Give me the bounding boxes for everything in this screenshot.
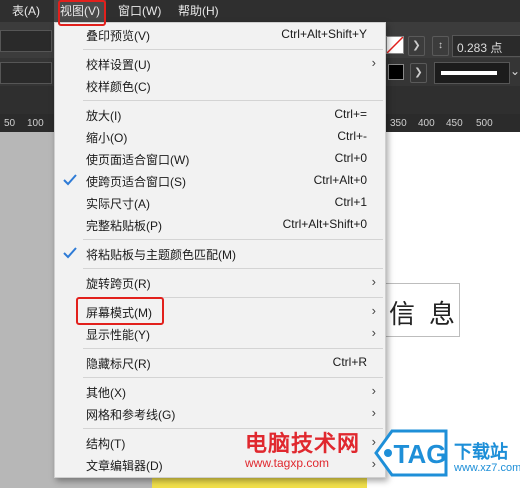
menu-item-rotate-spread[interactable]: 旋转跨页(R) › <box>55 272 385 294</box>
menu-item-label: 缩小(O) <box>86 131 128 145</box>
menu-item-label: 实际尺寸(A) <box>86 197 150 211</box>
submenu-arrow-icon: › <box>371 303 376 318</box>
menu-divider <box>83 100 383 101</box>
menu-item-entire-pasteboard[interactable]: 完整粘贴板(P) Ctrl+Alt+Shift+0 <box>55 214 385 236</box>
menu-item-shortcut: Ctrl+Alt+Shift+Y <box>281 27 367 41</box>
chevron-right-icon-2[interactable]: ❯ <box>410 63 427 83</box>
menu-item-label: 放大(I) <box>86 109 122 123</box>
highlight-view-menu <box>58 0 106 26</box>
menu-item-display-performance[interactable]: 显示性能(Y) › <box>55 323 385 345</box>
submenu-arrow-icon: › <box>371 325 376 340</box>
menu-item-extras[interactable]: 其他(X) › <box>55 381 385 403</box>
menu-divider <box>83 377 383 378</box>
menu-item-actual-size[interactable]: 实际尺寸(A) Ctrl+1 <box>55 192 385 214</box>
menu-table[interactable]: 表(A) <box>12 0 40 22</box>
submenu-arrow-icon: › <box>371 55 376 70</box>
no-fill-icon <box>387 37 403 53</box>
menu-item-shortcut: Ctrl+R <box>332 355 367 369</box>
ruler-tick: 100 <box>27 118 44 129</box>
menu-item-label: 网格和参考线(G) <box>86 408 176 422</box>
stroke-style-select[interactable] <box>434 62 510 84</box>
submenu-arrow-icon: › <box>371 383 376 398</box>
logo-text: TAG <box>394 439 447 469</box>
menu-divider <box>83 49 383 50</box>
menu-item-shortcut: Ctrl+Alt+Shift+0 <box>282 217 367 231</box>
fill-swatch-none[interactable] <box>386 36 404 54</box>
menu-item-fit-spread[interactable]: 使跨页适合窗口(S) Ctrl+Alt+0 <box>55 170 385 192</box>
menu-item-shortcut: Ctrl+- <box>337 129 367 143</box>
watermark-side-url: www.xz7.com <box>454 462 520 474</box>
menu-item-grids-guides[interactable]: 网格和参考线(G) › <box>55 403 385 425</box>
menu-item-proof-setup[interactable]: 校样设置(U) › <box>55 53 385 75</box>
menu-item-label: 校样设置(U) <box>86 58 151 72</box>
menu-item-zoom-out[interactable]: 缩小(O) Ctrl+- <box>55 126 385 148</box>
menu-item-shortcut: Ctrl+0 <box>334 151 367 165</box>
control-field[interactable] <box>0 30 52 52</box>
checkmark-icon <box>63 174 77 186</box>
ruler-tick: 450 <box>446 118 463 129</box>
ruler-tick: 350 <box>390 118 407 129</box>
menu-item-label: 校样颜色(C) <box>86 80 151 94</box>
watermark-title: 电脑技术网 <box>245 431 361 456</box>
view-menu-dropdown: 叠印预览(V) Ctrl+Alt+Shift+Y 校样设置(U) › 校样颜色(… <box>54 22 386 478</box>
menu-item-match-pasteboard[interactable]: 将粘贴板与主题颜色匹配(M) <box>55 243 385 265</box>
chevron-down-icon[interactable]: ⌄ <box>510 64 520 78</box>
chevron-right-icon[interactable]: ❯ <box>408 36 425 56</box>
stroke-weight-stepper[interactable]: ↕ <box>432 36 449 56</box>
menu-item-label: 叠印预览(V) <box>86 29 150 43</box>
ruler-tick: 50 <box>4 118 16 129</box>
menu-divider <box>83 268 383 269</box>
menu-item-label: 结构(T) <box>86 437 126 451</box>
stroke-style-preview <box>441 71 497 75</box>
menu-item-label: 旋转跨页(R) <box>86 277 151 291</box>
menu-item-shortcut: Ctrl+Alt+0 <box>313 173 367 187</box>
menu-window[interactable]: 窗口(W) <box>118 0 161 22</box>
menu-item-label: 显示性能(Y) <box>86 328 150 342</box>
menu-item-proof-colors[interactable]: 校样颜色(C) <box>55 75 385 97</box>
menu-item-label: 其他(X) <box>86 386 126 400</box>
stroke-weight-field[interactable]: 0.283 点 <box>452 35 520 57</box>
stroke-swatch[interactable] <box>388 64 404 80</box>
menu-item-zoom-in[interactable]: 放大(I) Ctrl+= <box>55 104 385 126</box>
ruler-tick: 400 <box>418 118 435 129</box>
menu-item-label: 使页面适合窗口(W) <box>86 153 190 167</box>
frame-text: 信息 <box>389 300 470 330</box>
menu-item-shortcut: Ctrl+= <box>334 107 367 121</box>
menu-item-label: 使跨页适合窗口(S) <box>86 175 186 189</box>
menu-divider <box>83 239 383 240</box>
submenu-arrow-icon: › <box>371 274 376 289</box>
menu-item-fit-page[interactable]: 使页面适合窗口(W) Ctrl+0 <box>55 148 385 170</box>
menu-item-label: 文章编辑器(D) <box>86 459 163 473</box>
menu-item-label: 隐藏标尺(R) <box>86 357 151 371</box>
menu-help[interactable]: 帮助(H) <box>178 0 219 22</box>
control-field-2[interactable] <box>0 62 52 84</box>
yellow-frame[interactable] <box>152 478 367 488</box>
checkmark-icon <box>63 247 77 259</box>
menu-item-label: 完整粘贴板(P) <box>86 219 162 233</box>
watermark-url: www.tagxp.com <box>245 456 330 470</box>
watermark-side-title: 下载站 <box>454 442 508 462</box>
menu-item-label: 将粘贴板与主题颜色匹配(M) <box>86 248 236 262</box>
ruler-tick: 500 <box>476 118 493 129</box>
menu-item-hide-rulers[interactable]: 隐藏标尺(R) Ctrl+R <box>55 352 385 374</box>
text-frame[interactable]: 信息 <box>378 283 460 337</box>
tag-logo-icon: TAG <box>374 429 448 477</box>
highlight-screen-mode <box>76 297 164 325</box>
stroke-weight-value: 0.283 点 <box>457 41 503 55</box>
submenu-arrow-icon: › <box>371 405 376 420</box>
menu-divider <box>83 348 383 349</box>
menu-item-overprint-preview[interactable]: 叠印预览(V) Ctrl+Alt+Shift+Y <box>55 24 385 46</box>
menu-item-shortcut: Ctrl+1 <box>334 195 367 209</box>
